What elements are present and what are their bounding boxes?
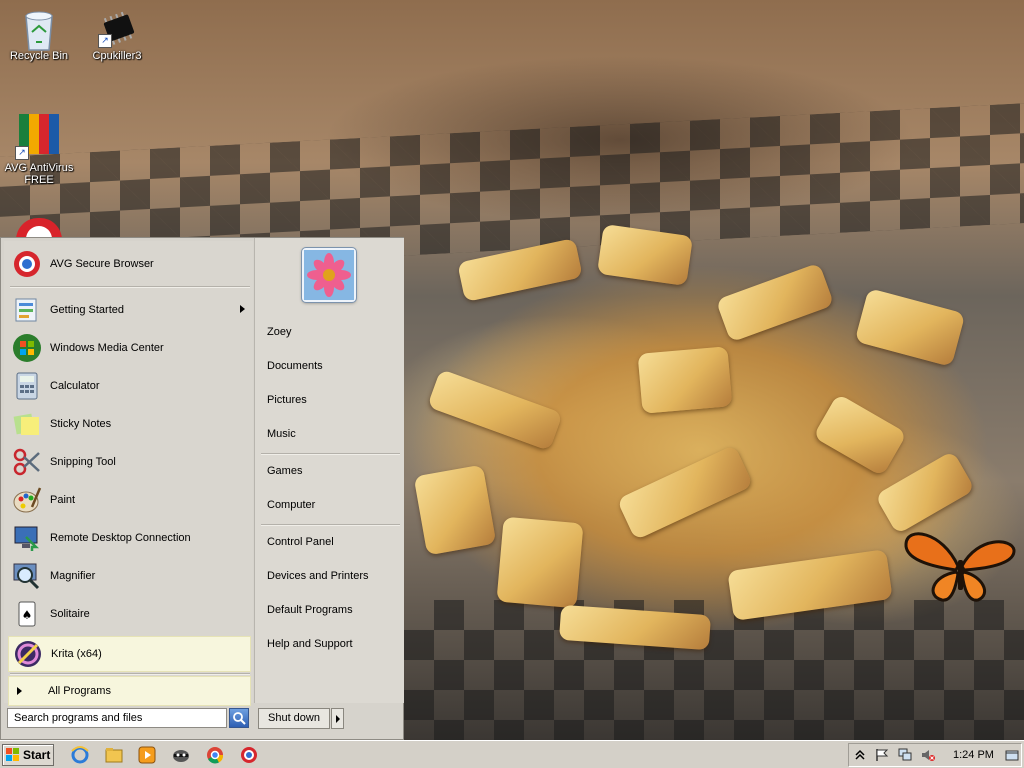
raccoon-app-icon[interactable] xyxy=(171,745,191,765)
start-item-paint[interactable]: Paint xyxy=(8,482,251,518)
start-item-solitaire[interactable]: ♠ Solitaire xyxy=(8,596,251,632)
start-item-sticky-notes[interactable]: Sticky Notes xyxy=(8,406,251,442)
divider xyxy=(261,453,400,455)
file-explorer-icon[interactable] xyxy=(104,745,124,765)
action-center-flag-icon[interactable] xyxy=(875,748,889,762)
search-button[interactable] xyxy=(229,708,249,728)
search-input[interactable] xyxy=(7,708,227,728)
start-item-label: Calculator xyxy=(50,380,100,392)
start-item-label: Remote Desktop Connection xyxy=(50,532,191,544)
chrome-icon[interactable] xyxy=(205,745,225,765)
cards-icon: ♠ xyxy=(12,599,42,629)
scissors-icon xyxy=(12,447,42,477)
search-icon xyxy=(233,712,246,725)
expand-arrow-icon xyxy=(17,687,22,695)
start-item-label: Paint xyxy=(50,494,76,506)
chip-icon: ↗ xyxy=(98,8,136,48)
start-item-remote-desktop[interactable]: Remote Desktop Connection xyxy=(8,520,251,556)
flower-icon xyxy=(304,250,354,300)
magnifier-icon xyxy=(12,561,42,591)
taskbar: Start 1:24 PM xyxy=(0,740,1024,768)
shortcut-arrow-icon: ↗ xyxy=(98,34,112,48)
divider xyxy=(10,286,250,288)
show-hidden-icons-chevron[interactable] xyxy=(853,748,867,762)
media-center-icon xyxy=(12,333,42,363)
avg-browser-icon[interactable] xyxy=(239,745,259,765)
sticky-notes-icon xyxy=(12,409,42,439)
media-player-icon[interactable] xyxy=(137,745,157,765)
place-documents[interactable]: Documents xyxy=(267,355,397,377)
svg-text:♠: ♠ xyxy=(22,608,33,622)
user-avatar[interactable] xyxy=(302,248,356,302)
start-item-krita[interactable]: Krita (x64) xyxy=(8,636,251,672)
place-zoey[interactable]: Zoey xyxy=(267,321,397,343)
start-menu-places-pane: Zoey Documents Pictures Music Games Comp… xyxy=(254,238,404,703)
start-button[interactable]: Start xyxy=(2,744,54,766)
shutdown-button[interactable]: Shut down xyxy=(258,708,330,729)
desktop-icon-label: AVG AntiVirus FREE xyxy=(4,162,74,186)
place-help-and-support[interactable]: Help and Support xyxy=(267,633,397,655)
start-item-getting-started[interactable]: Getting Started xyxy=(8,292,251,328)
desktop-icon-recycle-bin[interactable]: Recycle Bin xyxy=(1,8,77,62)
shortcut-arrow-icon: ↗ xyxy=(15,146,29,160)
desktop-icon-avg-antivirus[interactable]: ↗ AVG AntiVirus FREE xyxy=(1,112,77,186)
avg-icon: ↗ xyxy=(15,112,63,160)
start-label: Start xyxy=(23,748,51,762)
start-item-label: Snipping Tool xyxy=(50,456,116,468)
avg-browser-icon xyxy=(12,249,42,279)
all-programs-button[interactable]: All Programs xyxy=(8,676,251,706)
krita-icon xyxy=(13,639,43,669)
start-item-label: Krita (x64) xyxy=(51,648,102,660)
start-item-label: Windows Media Center xyxy=(50,342,164,354)
start-item-avg-secure-browser[interactable]: AVG Secure Browser xyxy=(8,246,251,282)
butterfly-icon xyxy=(904,532,1016,602)
volume-muted-icon[interactable] xyxy=(921,748,935,762)
calculator-icon xyxy=(12,371,42,401)
start-item-label: Magnifier xyxy=(50,570,96,582)
network-icon[interactable] xyxy=(898,748,912,762)
place-default-programs[interactable]: Default Programs xyxy=(267,599,397,621)
internet-explorer-icon[interactable] xyxy=(70,745,90,765)
start-item-label: Solitaire xyxy=(50,608,90,620)
submenu-arrow-icon xyxy=(240,305,245,313)
divider xyxy=(10,673,250,675)
recycle-bin-icon xyxy=(20,8,58,51)
start-menu: AVG Secure Browser Getting Started Windo… xyxy=(0,237,404,740)
place-control-panel[interactable]: Control Panel xyxy=(267,531,397,553)
start-item-windows-media-center[interactable]: Windows Media Center xyxy=(8,330,251,366)
all-programs-label: All Programs xyxy=(48,685,111,697)
system-tray: 1:24 PM xyxy=(848,743,1022,767)
start-item-calculator[interactable]: Calculator xyxy=(8,368,251,404)
place-devices-and-printers[interactable]: Devices and Printers xyxy=(267,565,397,587)
start-item-label: Getting Started xyxy=(50,304,124,316)
windows-logo-icon xyxy=(6,748,19,761)
shutdown-options-button[interactable] xyxy=(331,708,344,729)
place-games[interactable]: Games xyxy=(267,460,397,482)
desktop-icon-cpukiller3[interactable]: ↗ Cpukiller3 xyxy=(79,8,155,62)
getting-started-icon xyxy=(12,295,42,325)
start-menu-programs-pane: AVG Secure Browser Getting Started Windo… xyxy=(4,241,253,706)
divider xyxy=(261,524,400,526)
place-computer[interactable]: Computer xyxy=(267,494,397,516)
clock[interactable]: 1:24 PM xyxy=(953,749,994,761)
place-pictures[interactable]: Pictures xyxy=(267,389,397,411)
start-item-label: Sticky Notes xyxy=(50,418,112,430)
start-item-magnifier[interactable]: Magnifier xyxy=(8,558,251,594)
place-music[interactable]: Music xyxy=(267,423,397,445)
paint-palette-icon xyxy=(12,485,42,515)
remote-desktop-icon xyxy=(12,523,42,553)
show-desktop-icon[interactable] xyxy=(1005,748,1019,762)
start-item-snipping-tool[interactable]: Snipping Tool xyxy=(8,444,251,480)
start-item-label: AVG Secure Browser xyxy=(50,258,154,270)
